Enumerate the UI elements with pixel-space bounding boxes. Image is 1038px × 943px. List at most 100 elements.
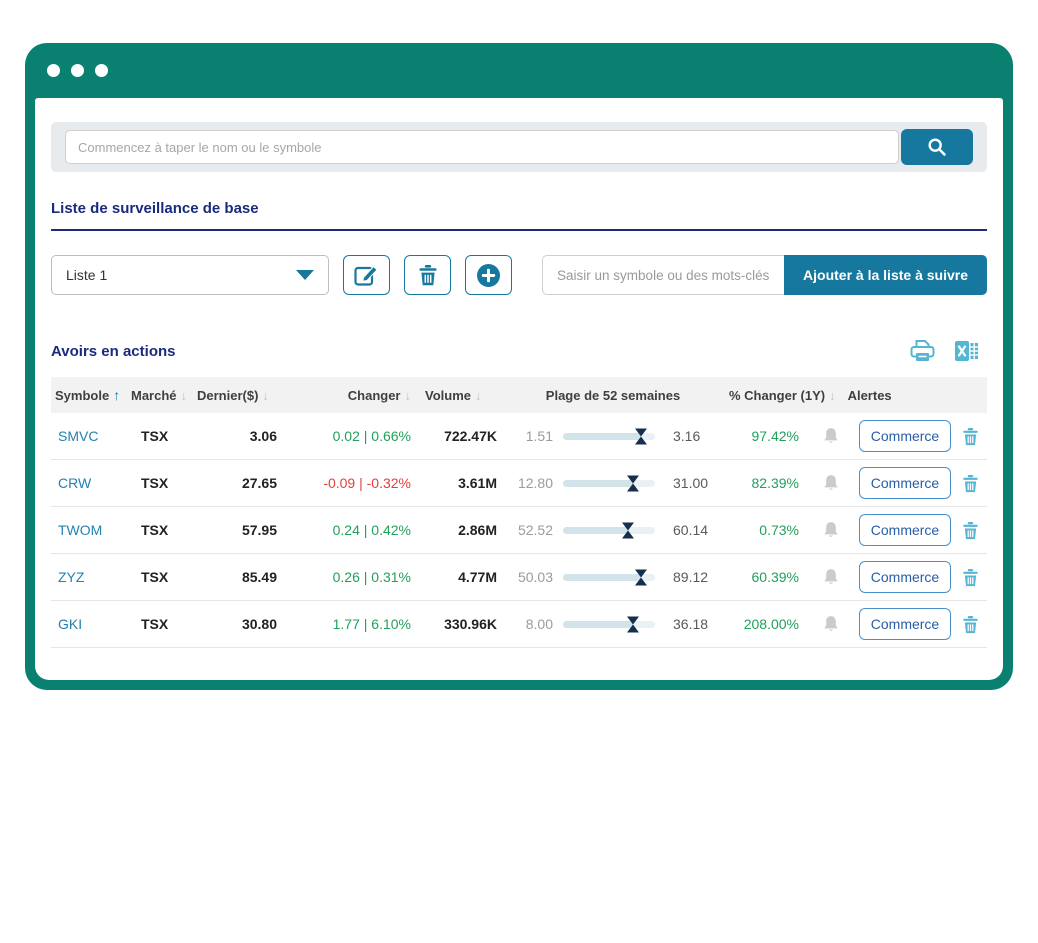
- table-header-row: Symbole ↑ Marché ↓ Dernier($) ↓ Changer …: [51, 377, 987, 413]
- volume-cell: 4.77M: [415, 569, 501, 585]
- pct-change-1y-cell: 60.39%: [725, 569, 805, 585]
- market-cell: TSX: [127, 475, 193, 491]
- pct-change-1y-cell: 0.73%: [725, 522, 805, 538]
- pct-change-1y-cell: 208.00%: [725, 616, 805, 632]
- sort-desc-icon: ↓: [181, 388, 188, 403]
- trade-button[interactable]: Commerce: [859, 608, 951, 640]
- change-value: 0.24 | 0.42%: [333, 522, 411, 538]
- watchlist-section-header: Liste de surveillance de base: [51, 200, 987, 231]
- trash-icon: [418, 264, 438, 286]
- alert-bell-icon[interactable]: [805, 519, 857, 541]
- change-cell: -0.09 | -0.32%: [281, 475, 415, 491]
- delete-row-icon[interactable]: [953, 474, 987, 493]
- pct-change-1y-cell: 82.39%: [725, 475, 805, 491]
- edit-pencil-icon: [354, 264, 379, 287]
- add-symbol-group: Ajouter à la liste à suivre: [542, 255, 987, 295]
- delete-row-icon[interactable]: [953, 521, 987, 540]
- table-row: TWOM TSX 57.95 0.24 | 0.42% 2.86M 52.52 …: [51, 507, 987, 554]
- excel-icon[interactable]: [954, 339, 979, 363]
- delete-row-icon[interactable]: [953, 568, 987, 587]
- col-label: Marché: [131, 388, 177, 403]
- last-price-cell: 57.95: [193, 522, 281, 538]
- magnifier-icon: [926, 136, 948, 158]
- trade-button[interactable]: Commerce: [859, 467, 951, 499]
- search-button[interactable]: [901, 129, 973, 165]
- col-header-symbol[interactable]: Symbole ↑: [51, 387, 127, 403]
- window-dot-icon: [47, 64, 60, 77]
- col-header-alerts: Alertes: [840, 388, 892, 403]
- col-header-range: Plage de 52 semaines: [501, 388, 725, 403]
- sort-desc-icon: ↓: [405, 388, 412, 403]
- col-header-pct-change[interactable]: % Changer (1Y) ↓: [725, 388, 840, 403]
- sort-desc-icon: ↓: [829, 388, 836, 403]
- col-header-volume[interactable]: Volume ↓: [415, 388, 501, 403]
- table-row: ZYZ TSX 85.49 0.26 | 0.31% 4.77M 50.03 8…: [51, 554, 987, 601]
- search-input[interactable]: [65, 130, 899, 164]
- col-label: Symbole: [55, 388, 109, 403]
- range-fill: [563, 527, 628, 534]
- range-slider-cell: [557, 527, 661, 534]
- range-low-cell: 12.80: [501, 475, 557, 491]
- trade-button-cell: Commerce: [857, 514, 953, 546]
- market-cell: TSX: [127, 616, 193, 632]
- watchlist-title: Liste de surveillance de base: [51, 200, 259, 217]
- market-cell: TSX: [127, 522, 193, 538]
- col-label: Volume: [425, 388, 471, 403]
- window-titlebar: [25, 43, 1013, 98]
- volume-cell: 3.61M: [415, 475, 501, 491]
- watchlist-select-value: Liste 1: [66, 267, 107, 283]
- watchlist-controls: Liste 1 Ajouter à la liste à su: [51, 255, 987, 295]
- alert-bell-icon[interactable]: [805, 613, 857, 635]
- hourglass-marker-icon: [626, 475, 639, 492]
- hourglass-marker-icon: [635, 569, 648, 586]
- trade-button-cell: Commerce: [857, 561, 953, 593]
- symbol-link[interactable]: SMVC: [51, 428, 127, 444]
- holdings-table: Symbole ↑ Marché ↓ Dernier($) ↓ Changer …: [51, 377, 987, 648]
- col-header-market[interactable]: Marché ↓: [127, 388, 193, 403]
- alert-bell-icon[interactable]: [805, 566, 857, 588]
- hourglass-marker-icon: [626, 616, 639, 633]
- range-high-cell: 31.00: [661, 475, 725, 491]
- add-to-watchlist-button[interactable]: Ajouter à la liste à suivre: [784, 255, 987, 295]
- symbol-search-bar: [51, 122, 987, 172]
- range-track: [563, 621, 655, 628]
- trade-button-cell: Commerce: [857, 467, 953, 499]
- symbol-link[interactable]: ZYZ: [51, 569, 127, 585]
- alert-bell-icon[interactable]: [805, 472, 857, 494]
- range-track: [563, 527, 655, 534]
- change-cell: 1.77 | 6.10%: [281, 616, 415, 632]
- table-row: GKI TSX 30.80 1.77 | 6.10% 330.96K 8.00 …: [51, 601, 987, 648]
- add-symbol-input[interactable]: [542, 255, 784, 295]
- change-cell: 0.24 | 0.42%: [281, 522, 415, 538]
- col-header-last[interactable]: Dernier($) ↓: [193, 388, 281, 403]
- trade-button-cell: Commerce: [857, 608, 953, 640]
- symbol-link[interactable]: TWOM: [51, 522, 127, 538]
- pct-change-1y-cell: 97.42%: [725, 428, 805, 444]
- col-header-change[interactable]: Changer ↓: [281, 388, 415, 403]
- sort-asc-icon: ↑: [113, 387, 120, 403]
- table-row: SMVC TSX 3.06 0.02 | 0.66% 722.47K 1.51 …: [51, 413, 987, 460]
- symbol-link[interactable]: GKI: [51, 616, 127, 632]
- add-list-button[interactable]: [465, 255, 512, 295]
- trade-button[interactable]: Commerce: [859, 561, 951, 593]
- alert-bell-icon[interactable]: [805, 425, 857, 447]
- delete-row-icon[interactable]: [953, 615, 987, 634]
- range-high-cell: 36.18: [661, 616, 725, 632]
- range-low-cell: 50.03: [501, 569, 557, 585]
- range-fill: [563, 480, 633, 487]
- last-price-cell: 85.49: [193, 569, 281, 585]
- range-slider-cell: [557, 574, 661, 581]
- edit-list-button[interactable]: [343, 255, 390, 295]
- chevron-down-icon: [296, 270, 314, 280]
- trade-button[interactable]: Commerce: [859, 420, 951, 452]
- trade-button[interactable]: Commerce: [859, 514, 951, 546]
- delete-list-button[interactable]: [404, 255, 451, 295]
- printer-icon[interactable]: [909, 339, 936, 363]
- trade-button-cell: Commerce: [857, 420, 953, 452]
- range-high-cell: 3.16: [661, 428, 725, 444]
- watchlist-select[interactable]: Liste 1: [51, 255, 329, 295]
- symbol-link[interactable]: CRW: [51, 475, 127, 491]
- range-fill: [563, 574, 641, 581]
- last-price-cell: 27.65: [193, 475, 281, 491]
- delete-row-icon[interactable]: [953, 427, 987, 446]
